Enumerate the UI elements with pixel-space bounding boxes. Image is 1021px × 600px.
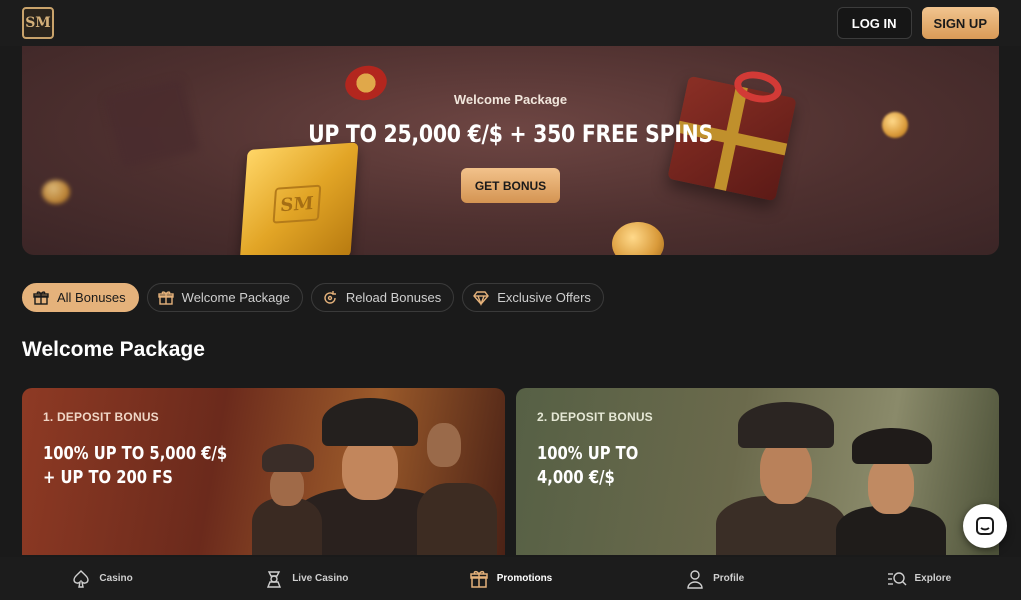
card-offer: 100% UP TO 5,000 €/$ + UP TO 200 FS: [43, 442, 227, 490]
gold-bar-stamp: SM: [272, 184, 322, 224]
top-header: SM LOG IN SIGN UP: [0, 0, 1021, 46]
tab-label: Welcome Package: [181, 290, 290, 305]
auth-buttons: LOG IN SIGN UP: [836, 7, 999, 39]
spade-icon: [73, 569, 90, 588]
card-offer-line: + UP TO 200 FS: [43, 467, 173, 488]
tab-welcome-package[interactable]: Welcome Package: [146, 283, 303, 312]
coin-decoration: [42, 180, 70, 204]
deposit-bonus-card[interactable]: 2. DEPOSIT BONUS 100% UP TO 4,000 €/$: [516, 388, 999, 555]
section-title: Welcome Package: [22, 338, 205, 361]
nav-live-casino[interactable]: Live Casino: [226, 569, 386, 589]
tab-label: Reload Bonuses: [345, 290, 442, 305]
tab-all-bonuses[interactable]: All Bonuses: [22, 283, 139, 312]
nav-casino[interactable]: Casino: [22, 569, 182, 589]
banner-headline: UP TO 25,000 €/$ + 350 FREE SPINS: [308, 120, 713, 148]
nav-label: Casino: [99, 573, 133, 584]
gift-icon: [469, 570, 488, 588]
nav-label: Promotions: [496, 573, 553, 584]
card-offer-line: 100% UP TO: [537, 443, 639, 464]
promo-banner: SM Welcome Package UP TO 25,000 €/$ + 35…: [22, 46, 999, 255]
gift-icon: [33, 290, 49, 305]
tab-reload-bonuses[interactable]: Reload Bonuses: [310, 283, 455, 312]
login-button[interactable]: LOG IN: [836, 7, 912, 39]
chat-button[interactable]: [963, 504, 1007, 548]
tab-label: Exclusive Offers: [497, 290, 591, 305]
nav-promotions[interactable]: Promotions: [430, 569, 590, 589]
nav-profile[interactable]: Profile: [635, 569, 795, 589]
card-label: 2. DEPOSIT BONUS: [537, 410, 653, 424]
diamond-icon: [473, 290, 490, 306]
bonus-filter-tabs: All Bonuses Welcome Package Reload Bonus…: [22, 283, 604, 312]
nav-label: Profile: [713, 573, 745, 584]
deposit-bonus-card[interactable]: 1. DEPOSIT BONUS 100% UP TO 5,000 €/$ + …: [22, 388, 505, 555]
coin-decoration: [612, 222, 664, 255]
user-icon: [687, 569, 703, 589]
dealer-icon: [267, 570, 282, 588]
reload-icon: [324, 290, 336, 304]
gold-bar-decoration: SM: [239, 142, 359, 255]
signup-button[interactable]: SIGN UP: [921, 7, 999, 39]
card-offer: 100% UP TO 4,000 €/$: [537, 442, 638, 490]
nav-label: Explore: [914, 573, 952, 584]
tab-label: All Bonuses: [57, 290, 126, 305]
nav-label: Live Casino: [292, 573, 349, 584]
logo[interactable]: SM: [22, 7, 54, 39]
card-offer-line: 100% UP TO 5,000 €/$: [43, 443, 228, 464]
tab-exclusive-offers[interactable]: Exclusive Offers: [462, 283, 604, 312]
bottom-navigation: Casino Live Casino Promotions Profile Ex…: [0, 557, 1021, 600]
chat-icon: [976, 517, 994, 535]
banner-title: Welcome Package: [453, 92, 568, 107]
gift-icon: [157, 290, 174, 305]
nav-explore[interactable]: Explore: [839, 569, 999, 589]
search-list-icon: [887, 571, 906, 585]
card-label: 1. DEPOSIT BONUS: [43, 410, 159, 424]
card-offer-line: 4,000 €/$: [537, 467, 615, 488]
get-bonus-button[interactable]: GET BONUS: [461, 168, 560, 203]
